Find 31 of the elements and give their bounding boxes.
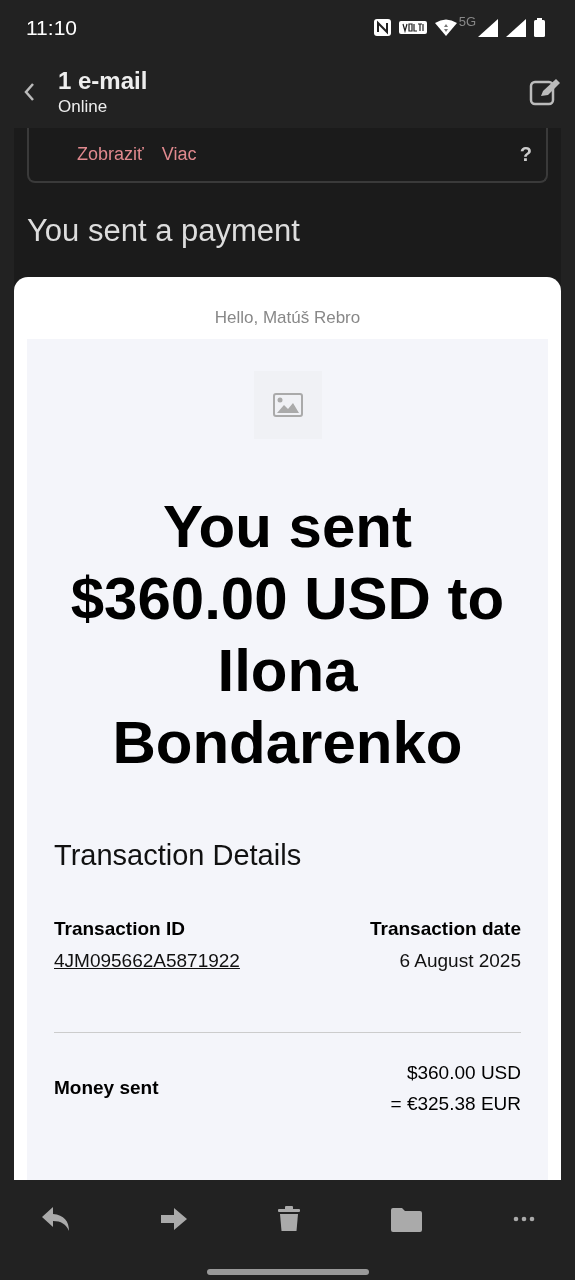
image-icon (272, 393, 303, 417)
signal-icon (506, 18, 526, 37)
amount-text: = €325.38 EUR (390, 1092, 521, 1116)
header-title: 1 e-mail (58, 65, 149, 96)
payment-headline: You sent $360.00 USD to Ilona Bondarenko (69, 492, 506, 778)
link-text[interactable]: Viac (161, 144, 197, 165)
connection-status: Online (58, 95, 109, 118)
battery-icon (534, 18, 545, 37)
clock: 11:10 (26, 15, 78, 40)
network-type: 5G (458, 14, 476, 29)
reply-button[interactable] (42, 1206, 70, 1232)
link-text[interactable]: Zobraziť (77, 144, 144, 165)
nfc-icon (373, 19, 391, 36)
field-label: Transaction ID (54, 917, 186, 941)
field-label: Money sent (54, 1077, 159, 1099)
wifi-icon (434, 19, 457, 36)
folder-button[interactable] (391, 1206, 422, 1232)
field-value: 6 August 2025 (399, 949, 521, 973)
compose-button[interactable] (529, 77, 561, 106)
forward-button[interactable] (161, 1207, 187, 1231)
email-subject: You sent a payment (27, 213, 301, 249)
amount-text: $360.00 USD (406, 1061, 521, 1085)
more-button[interactable] (513, 1216, 535, 1222)
field-label: Transaction date (370, 917, 521, 941)
signal-icon (478, 18, 498, 37)
delete-button[interactable] (278, 1206, 300, 1232)
section-title: Transaction Details (54, 839, 303, 872)
greeting: Hello, Matúš Rebro (214, 308, 361, 328)
help-icon[interactable]: ? (519, 143, 532, 166)
volte-icon (398, 21, 427, 34)
transaction-link[interactable]: 4JM095662A5871922 (54, 948, 259, 974)
